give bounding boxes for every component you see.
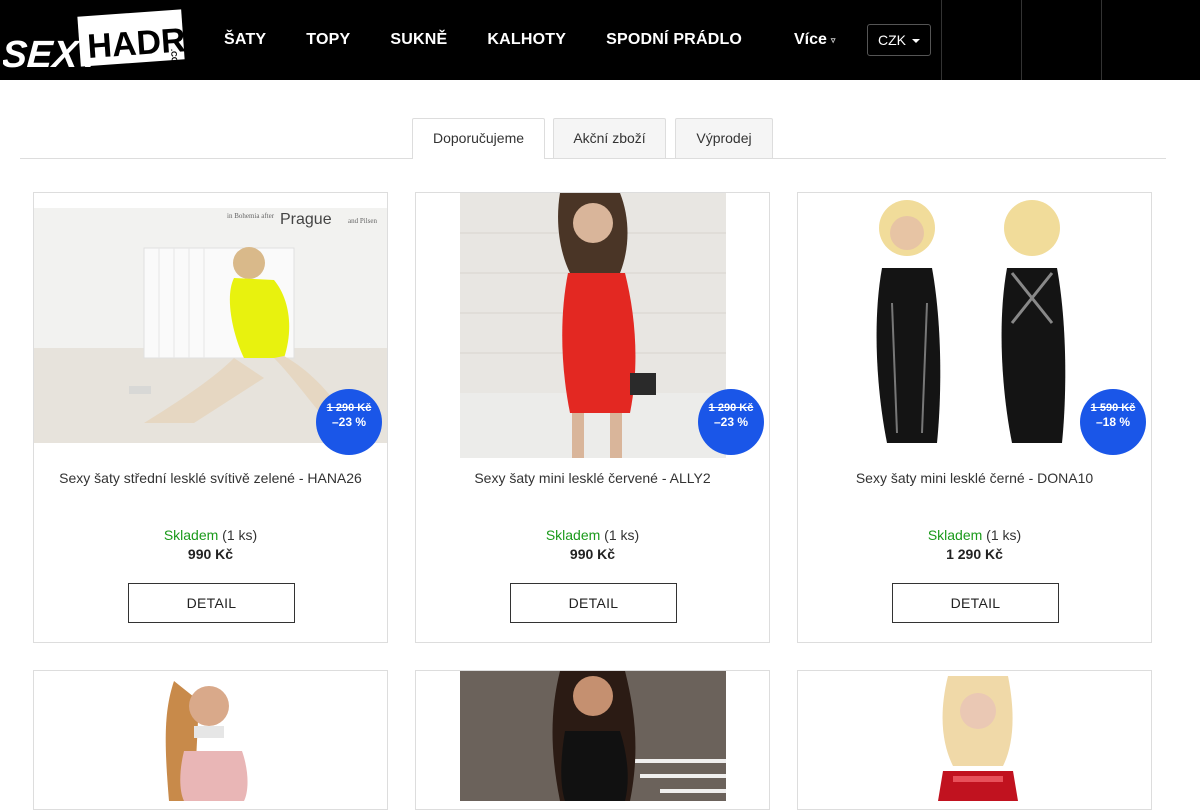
main-nav: ŠATY TOPY SUKNĚ KALHOTY SPODNÍ PRÁDLO [204, 0, 762, 80]
discount-percent: –18 % [1095, 415, 1131, 429]
product-image[interactable] [898, 676, 1058, 801]
photo-text-prefix: in Bohemia after [227, 212, 275, 220]
old-price: 1 290 Kč [708, 402, 754, 414]
stock-label: Skladem [163, 527, 219, 543]
stock-status: Skladem (1 ks) [416, 527, 769, 543]
discount-percent: –23 % [713, 415, 749, 429]
stock-count: (1 ks) [604, 527, 640, 543]
cart-button[interactable] [1101, 0, 1185, 80]
detail-button[interactable]: DETAIL [892, 583, 1059, 623]
product-image[interactable] [460, 671, 726, 801]
tab-doporucujeme[interactable]: Doporučujeme [412, 118, 545, 159]
product-card[interactable]: 1 590 Kč –18 % Sexy šaty mini lesklé čer… [797, 192, 1152, 643]
detail-button[interactable]: DETAIL [510, 583, 677, 623]
product-card[interactable] [415, 670, 770, 810]
search-icon [973, 32, 990, 48]
product-card[interactable] [33, 670, 388, 810]
nav-item-spodni-pradlo[interactable]: SPODNÍ PRÁDLO [586, 0, 762, 80]
product-title[interactable]: Sexy šaty střední lesklé svítivě zelené … [34, 470, 387, 486]
photo-text-suffix: and Pilsen [348, 217, 377, 225]
discount-badge: 1 290 Kč –23 % [316, 389, 382, 455]
product-image[interactable] [460, 193, 726, 458]
stock-label: Skladem [927, 527, 983, 543]
product-price: 990 Kč [569, 546, 616, 562]
old-price: 1 590 Kč [1090, 402, 1136, 414]
nav-item-saty[interactable]: ŠATY [204, 0, 286, 80]
svg-text:.COM: .COM [169, 49, 179, 71]
tab-vyprodej[interactable]: Výprodej [675, 118, 773, 158]
nav-item-topy[interactable]: TOPY [286, 0, 370, 80]
product-card[interactable]: in Bohemia after Prague and Pilsen 1 290… [33, 192, 388, 643]
cart-icon [1135, 32, 1153, 48]
site-header: SEXY HADRY .COM ŠATY TOPY SUKNĚ KALHOTY … [0, 0, 1200, 80]
product-title[interactable]: Sexy šaty mini lesklé červené - ALLY2 [416, 470, 769, 486]
nav-more-label: Více [794, 31, 827, 49]
discount-badge: 1 590 Kč –18 % [1080, 389, 1146, 455]
account-button[interactable] [1021, 0, 1101, 80]
caret-down-icon [912, 39, 920, 43]
nav-more-menu[interactable]: Více ▿ [794, 0, 835, 80]
stock-count: (1 ks) [986, 527, 1022, 543]
detail-button[interactable]: DETAIL [128, 583, 295, 623]
discount-percent: –23 % [331, 415, 367, 429]
chevron-down-icon: ▿ [830, 35, 836, 45]
product-title[interactable]: Sexy šaty mini lesklé černé - DONA10 [798, 470, 1151, 486]
nav-item-kalhoty[interactable]: KALHOTY [467, 0, 586, 80]
user-icon [1054, 33, 1069, 48]
stock-count: (1 ks) [222, 527, 258, 543]
discount-badge: 1 290 Kč –23 % [698, 389, 764, 455]
stock-status: Skladem (1 ks) [798, 527, 1151, 543]
site-logo[interactable]: SEXY HADRY .COM [0, 9, 209, 76]
product-tabs: Doporučujeme Akční zboží Výprodej [20, 118, 1166, 159]
photo-text-prague: Prague [280, 211, 332, 228]
stock-label: Skladem [545, 527, 601, 543]
currency-value: CZK [878, 32, 906, 48]
product-card[interactable]: 1 290 Kč –23 % Sexy šaty mini lesklé čer… [415, 192, 770, 643]
nav-item-sukne[interactable]: SUKNĚ [370, 0, 467, 80]
product-image[interactable] [114, 681, 304, 801]
old-price: 1 290 Kč [326, 402, 372, 414]
currency-select[interactable]: CZK [867, 24, 931, 56]
product-card[interactable] [797, 670, 1152, 810]
product-price: 1 290 Kč [946, 546, 1003, 562]
product-image[interactable] [842, 193, 1108, 458]
tab-akcni-zbozi[interactable]: Akční zboží [553, 118, 666, 158]
stock-status: Skladem (1 ks) [34, 527, 387, 543]
search-button[interactable] [941, 0, 1021, 80]
product-price: 990 Kč [187, 546, 234, 562]
